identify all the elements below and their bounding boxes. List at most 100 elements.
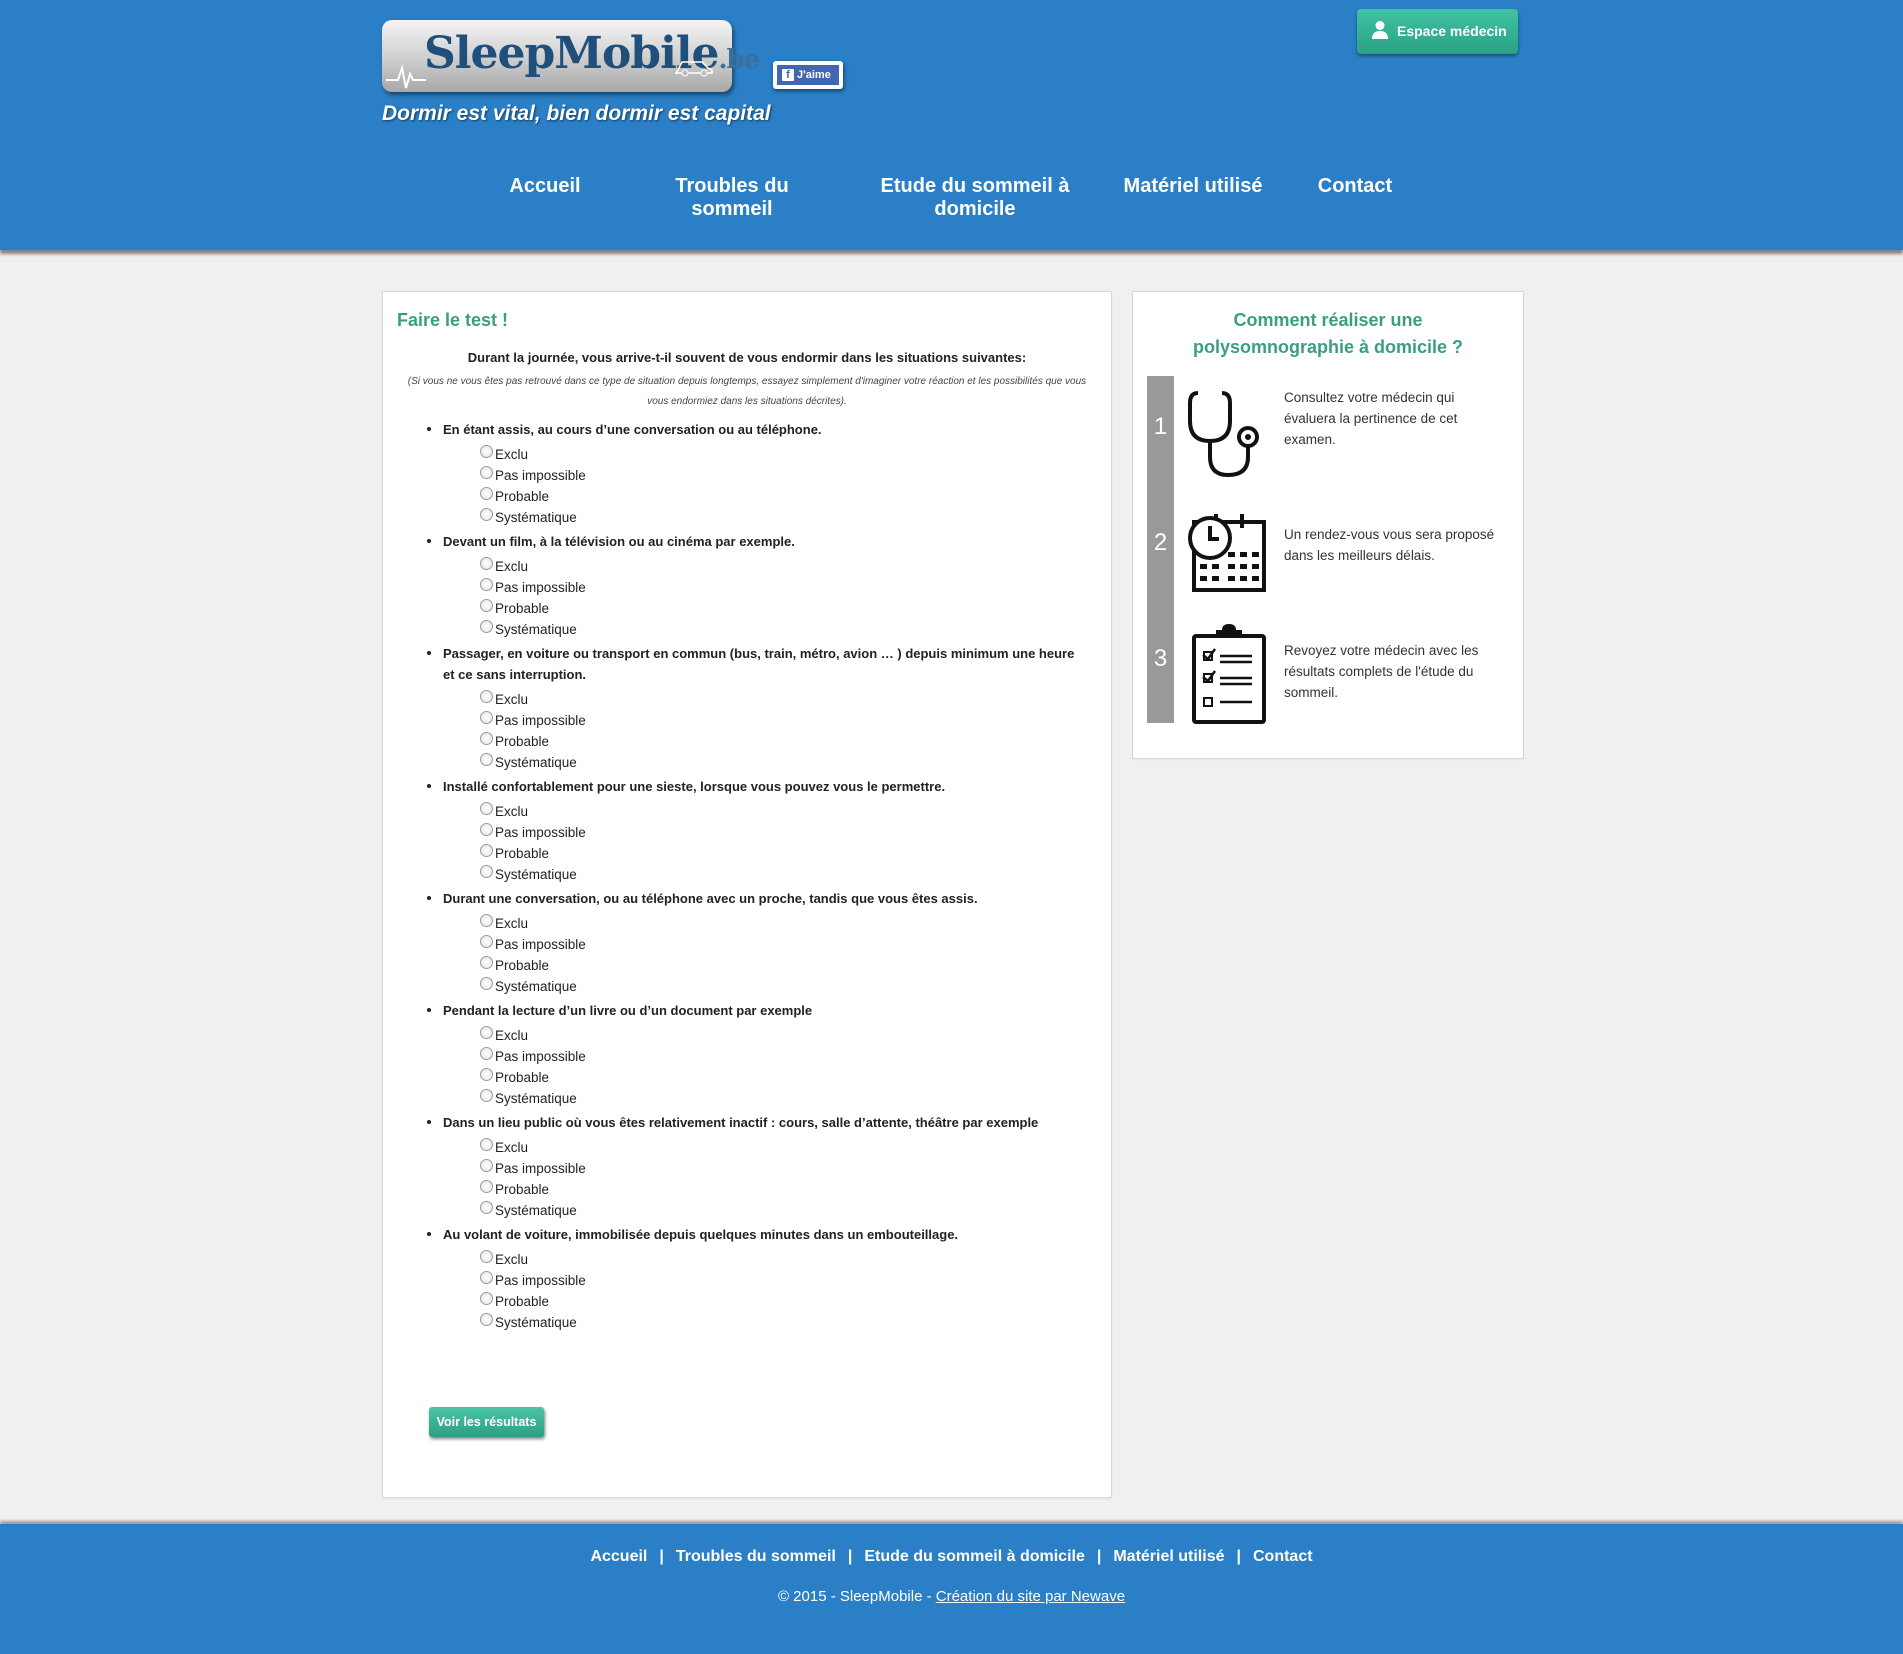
nav-contact[interactable]: Contact: [1300, 175, 1410, 198]
answer-label: Systématique: [495, 1203, 577, 1218]
answer-option[interactable]: Pas impossible: [443, 1270, 1111, 1291]
answer-option[interactable]: Exclu: [443, 1137, 1111, 1158]
answer-option[interactable]: Exclu: [443, 556, 1111, 577]
question-item: Passager, en voiture ou transport en com…: [383, 643, 1111, 773]
answer-label: Pas impossible: [495, 1161, 586, 1176]
calendar-clock-icon: [1188, 514, 1266, 592]
see-results-button[interactable]: Voir les résultats: [429, 1407, 544, 1437]
facebook-like-button[interactable]: f J'aime: [773, 61, 843, 89]
answer-radio[interactable]: [480, 620, 493, 633]
answer-option[interactable]: Systématique: [443, 976, 1111, 997]
answer-label: Probable: [495, 958, 550, 973]
answer-radio[interactable]: [480, 599, 493, 612]
footer-link[interactable]: Accueil: [590, 1548, 647, 1565]
credit-link[interactable]: Création du site par Newave: [936, 1588, 1125, 1605]
answer-radio[interactable]: [480, 508, 493, 521]
answer-option[interactable]: Probable: [443, 1067, 1111, 1088]
answer-option[interactable]: Probable: [443, 731, 1111, 752]
answer-option[interactable]: Systématique: [443, 619, 1111, 640]
answer-radio[interactable]: [480, 844, 493, 857]
answer-radio[interactable]: [480, 1292, 493, 1305]
answer-radio[interactable]: [480, 956, 493, 969]
answer-radio[interactable]: [480, 466, 493, 479]
answer-option[interactable]: Pas impossible: [443, 934, 1111, 955]
answer-radio[interactable]: [480, 711, 493, 724]
answer-label: Systématique: [495, 979, 577, 994]
answer-options: Exclu Pas impossible Probable Systématique: [443, 689, 1111, 773]
answer-radio[interactable]: [480, 690, 493, 703]
nav-sleep-disorders[interactable]: Troubles du sommeil: [652, 175, 812, 221]
question-item: Pendant la lecture d’un livre ou d’un do…: [383, 1000, 1111, 1109]
answer-option[interactable]: Systématique: [443, 507, 1111, 528]
nav-equipment[interactable]: Matériel utilisé: [1118, 175, 1268, 198]
doctor-area-button[interactable]: Espace médecin: [1357, 9, 1518, 54]
site-logo[interactable]: SleepMobile.be: [382, 20, 760, 92]
answer-radio[interactable]: [480, 1180, 493, 1193]
user-icon: [1372, 21, 1388, 39]
answer-label: Exclu: [495, 916, 529, 931]
answer-options: Exclu Pas impossible Probable Systématique: [443, 1025, 1111, 1109]
answer-radio[interactable]: [480, 1201, 493, 1214]
nav-home-sleep-study[interactable]: Etude du sommeil à domicile: [870, 175, 1080, 221]
answer-option[interactable]: Systématique: [443, 864, 1111, 885]
heartbeat-icon: [386, 64, 426, 89]
answer-radio[interactable]: [480, 487, 493, 500]
answer-label: Exclu: [495, 1140, 529, 1155]
answer-radio[interactable]: [480, 977, 493, 990]
stethoscope-icon: [1188, 391, 1259, 478]
bullet: [427, 784, 431, 788]
answer-option[interactable]: Pas impossible: [443, 1046, 1111, 1067]
answer-radio[interactable]: [480, 1313, 493, 1326]
answer-option[interactable]: Probable: [443, 955, 1111, 976]
answer-radio[interactable]: [480, 914, 493, 927]
nav-home[interactable]: Accueil: [490, 175, 600, 198]
answer-option[interactable]: Pas impossible: [443, 822, 1111, 843]
answer-option[interactable]: Exclu: [443, 1025, 1111, 1046]
answer-option[interactable]: Exclu: [443, 689, 1111, 710]
answer-option[interactable]: Probable: [443, 486, 1111, 507]
answer-option[interactable]: Pas impossible: [443, 465, 1111, 486]
answer-radio[interactable]: [480, 753, 493, 766]
footer-link[interactable]: Contact: [1253, 1548, 1313, 1565]
answer-radio[interactable]: [480, 1026, 493, 1039]
answer-radio[interactable]: [480, 1159, 493, 1172]
answer-radio[interactable]: [480, 1068, 493, 1081]
answer-radio[interactable]: [480, 802, 493, 815]
answer-radio[interactable]: [480, 557, 493, 570]
question-text: Dans un lieu public où vous êtes relativ…: [443, 1115, 1039, 1130]
answer-option[interactable]: Pas impossible: [443, 1158, 1111, 1179]
answer-radio[interactable]: [480, 935, 493, 948]
answer-option[interactable]: Systématique: [443, 1200, 1111, 1221]
answer-option[interactable]: Probable: [443, 598, 1111, 619]
footer-link[interactable]: Matériel utilisé: [1113, 1548, 1224, 1565]
answer-option[interactable]: Systématique: [443, 1088, 1111, 1109]
answer-radio[interactable]: [480, 1138, 493, 1151]
answer-radio[interactable]: [480, 1047, 493, 1060]
answer-label: Pas impossible: [495, 468, 586, 483]
answer-option[interactable]: Pas impossible: [443, 577, 1111, 598]
car-icon: [674, 61, 713, 77]
answer-radio[interactable]: [480, 823, 493, 836]
answer-option[interactable]: Probable: [443, 1291, 1111, 1312]
answer-radio[interactable]: [480, 445, 493, 458]
answer-option[interactable]: Systématique: [443, 1312, 1111, 1333]
answer-option[interactable]: Probable: [443, 843, 1111, 864]
step-text: Consultez votre médecin qui évaluera la …: [1284, 390, 1458, 447]
answer-option[interactable]: Probable: [443, 1179, 1111, 1200]
answer-option[interactable]: Exclu: [443, 1249, 1111, 1270]
answer-radio[interactable]: [480, 1089, 493, 1102]
answer-radio[interactable]: [480, 865, 493, 878]
answer-label: Systématique: [495, 755, 577, 770]
answer-option[interactable]: Systématique: [443, 752, 1111, 773]
answer-radio[interactable]: [480, 578, 493, 591]
footer-link[interactable]: Troubles du sommeil: [676, 1548, 836, 1565]
answer-option[interactable]: Exclu: [443, 913, 1111, 934]
answer-option[interactable]: Exclu: [443, 801, 1111, 822]
answer-radio[interactable]: [480, 732, 493, 745]
answer-label: Probable: [495, 1070, 550, 1085]
answer-option[interactable]: Exclu: [443, 444, 1111, 465]
footer-link[interactable]: Etude du sommeil à domicile: [864, 1548, 1085, 1565]
answer-option[interactable]: Pas impossible: [443, 710, 1111, 731]
answer-radio[interactable]: [480, 1250, 493, 1263]
answer-radio[interactable]: [480, 1271, 493, 1284]
